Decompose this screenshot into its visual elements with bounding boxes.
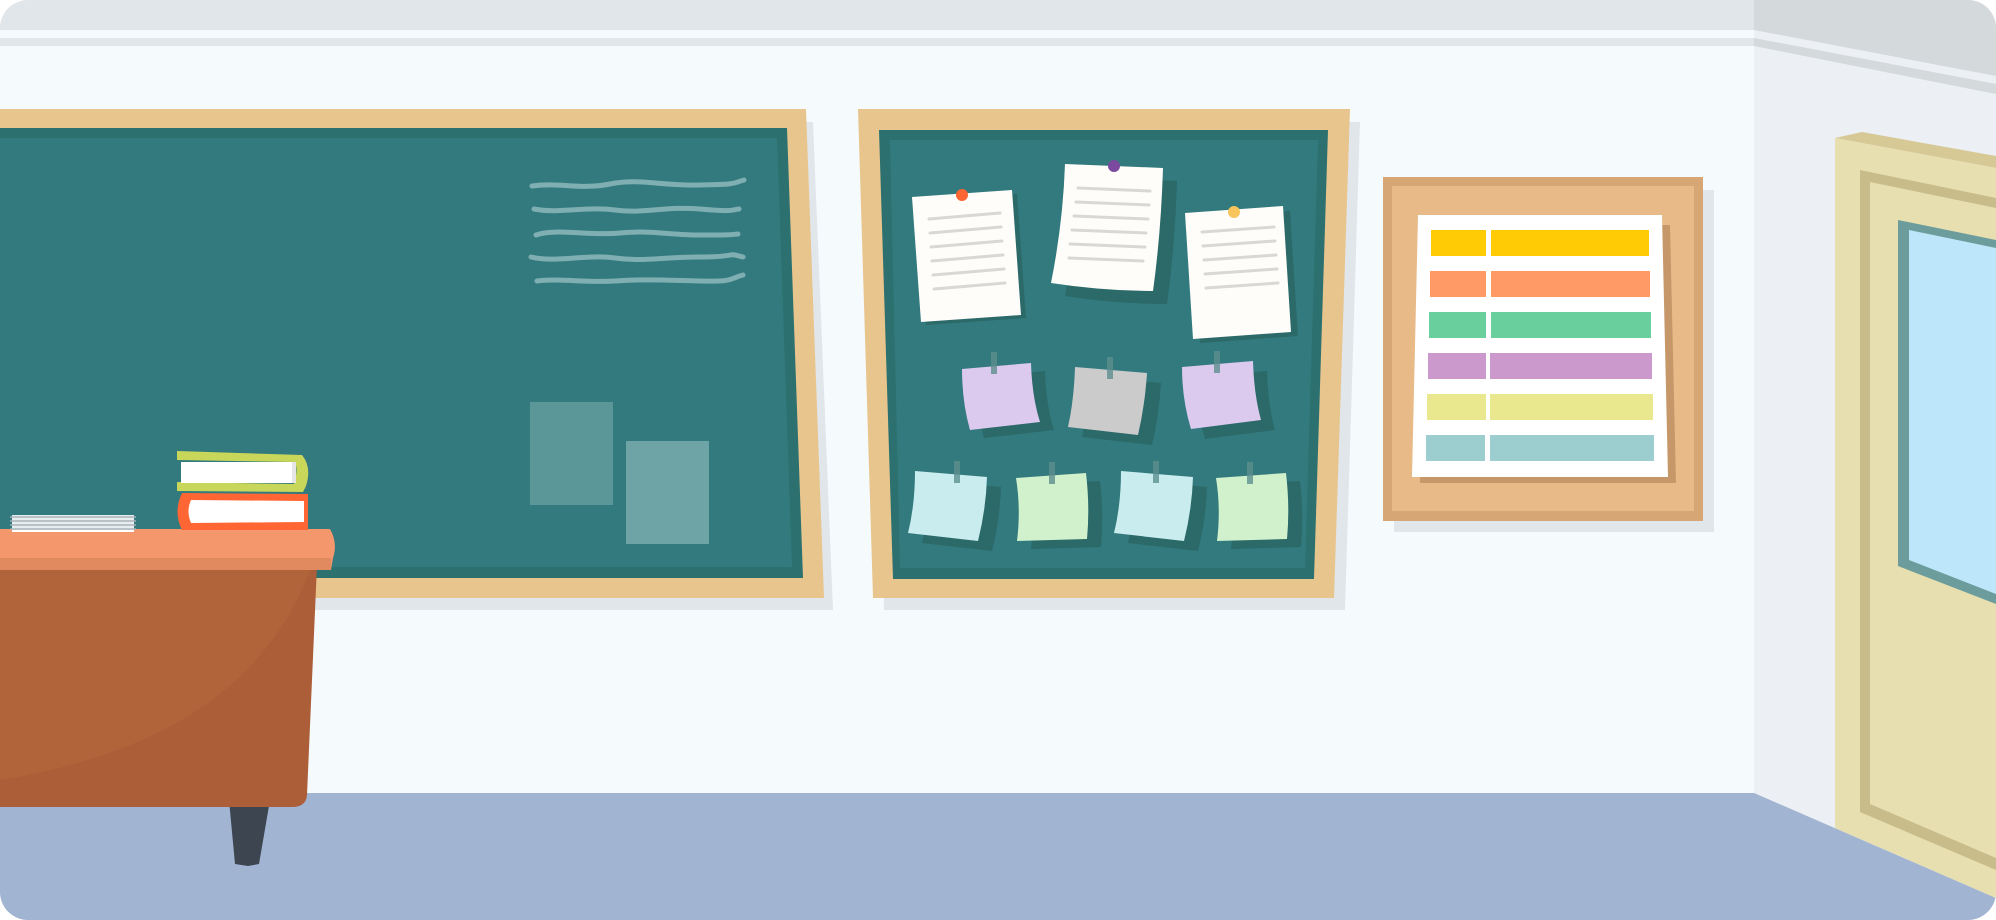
classroom-illustration (0, 0, 1996, 920)
pushpin-icon (956, 189, 968, 201)
classroom-scene (0, 0, 1996, 920)
pinned-note-1 (912, 189, 1026, 325)
ceiling-strip (0, 0, 1754, 30)
pushpin-icon (1108, 160, 1120, 172)
book-stack (177, 451, 309, 530)
classroom-door (1835, 132, 1996, 898)
door-window (1909, 230, 1996, 594)
pushpin-icon (1228, 206, 1240, 218)
corkboard (858, 109, 1360, 610)
floor (0, 793, 1996, 920)
chalkboard-poster-2 (626, 441, 709, 544)
schedule-board (1383, 177, 1714, 532)
pinned-note-3 (1185, 206, 1298, 343)
ceiling-molding (0, 38, 1754, 46)
book-top-pages (181, 462, 294, 483)
book-bottom-pages (188, 500, 304, 523)
chalkboard-poster-1 (530, 402, 613, 505)
pinned-note-2 (1051, 160, 1177, 304)
desk-top-edge (0, 558, 331, 570)
paper-stack (10, 515, 136, 532)
